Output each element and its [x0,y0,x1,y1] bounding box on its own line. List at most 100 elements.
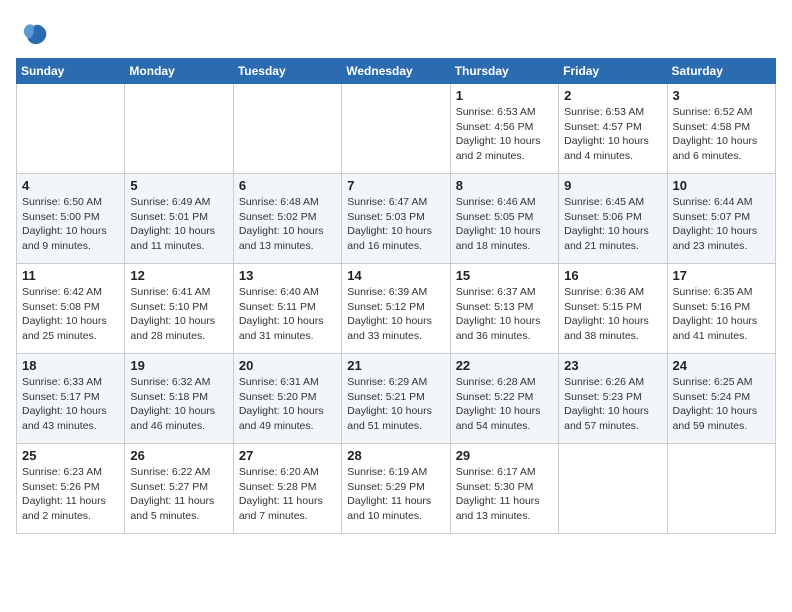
calendar-cell: 14 Sunrise: 6:39 AM Sunset: 5:12 PM Dayli… [342,264,450,354]
day-info: Sunrise: 6:17 AM Sunset: 5:30 PM Dayligh… [456,465,553,524]
day-info: Sunrise: 6:33 AM Sunset: 5:17 PM Dayligh… [22,375,119,434]
day-number: 11 [22,268,119,283]
calendar-cell: 22 Sunrise: 6:28 AM Sunset: 5:22 PM Dayli… [450,354,558,444]
day-number: 25 [22,448,119,463]
day-number: 8 [456,178,553,193]
day-info: Sunrise: 6:46 AM Sunset: 5:05 PM Dayligh… [456,195,553,254]
calendar-cell: 9 Sunrise: 6:45 AM Sunset: 5:06 PM Daylig… [559,174,667,264]
calendar-cell: 23 Sunrise: 6:26 AM Sunset: 5:23 PM Dayli… [559,354,667,444]
day-number: 14 [347,268,444,283]
day-number: 13 [239,268,336,283]
day-number: 3 [673,88,770,103]
day-number: 6 [239,178,336,193]
calendar-day-header: Friday [559,59,667,84]
day-number: 22 [456,358,553,373]
day-info: Sunrise: 6:29 AM Sunset: 5:21 PM Dayligh… [347,375,444,434]
day-number: 15 [456,268,553,283]
day-info: Sunrise: 6:26 AM Sunset: 5:23 PM Dayligh… [564,375,661,434]
logo [16,20,50,52]
day-info: Sunrise: 6:36 AM Sunset: 5:15 PM Dayligh… [564,285,661,344]
calendar-cell: 25 Sunrise: 6:23 AM Sunset: 5:26 PM Dayli… [17,444,125,534]
day-info: Sunrise: 6:28 AM Sunset: 5:22 PM Dayligh… [456,375,553,434]
day-info: Sunrise: 6:40 AM Sunset: 5:11 PM Dayligh… [239,285,336,344]
day-info: Sunrise: 6:23 AM Sunset: 5:26 PM Dayligh… [22,465,119,524]
day-number: 16 [564,268,661,283]
day-info: Sunrise: 6:19 AM Sunset: 5:29 PM Dayligh… [347,465,444,524]
day-number: 20 [239,358,336,373]
day-info: Sunrise: 6:45 AM Sunset: 5:06 PM Dayligh… [564,195,661,254]
day-number: 21 [347,358,444,373]
day-number: 28 [347,448,444,463]
day-number: 4 [22,178,119,193]
calendar-cell: 11 Sunrise: 6:42 AM Sunset: 5:08 PM Dayli… [17,264,125,354]
calendar-cell [233,84,341,174]
calendar-table: SundayMondayTuesdayWednesdayThursdayFrid… [16,58,776,534]
calendar-cell: 12 Sunrise: 6:41 AM Sunset: 5:10 PM Dayli… [125,264,233,354]
calendar-cell: 6 Sunrise: 6:48 AM Sunset: 5:02 PM Daylig… [233,174,341,264]
day-number: 12 [130,268,227,283]
day-info: Sunrise: 6:47 AM Sunset: 5:03 PM Dayligh… [347,195,444,254]
calendar-cell: 2 Sunrise: 6:53 AM Sunset: 4:57 PM Daylig… [559,84,667,174]
logo-bird-icon [18,20,50,52]
day-info: Sunrise: 6:48 AM Sunset: 5:02 PM Dayligh… [239,195,336,254]
day-info: Sunrise: 6:53 AM Sunset: 4:57 PM Dayligh… [564,105,661,164]
calendar-cell [17,84,125,174]
day-number: 9 [564,178,661,193]
calendar-cell: 10 Sunrise: 6:44 AM Sunset: 5:07 PM Dayli… [667,174,775,264]
calendar-day-header: Sunday [17,59,125,84]
calendar-day-header: Tuesday [233,59,341,84]
day-info: Sunrise: 6:49 AM Sunset: 5:01 PM Dayligh… [130,195,227,254]
calendar-cell [342,84,450,174]
calendar-cell [667,444,775,534]
day-info: Sunrise: 6:39 AM Sunset: 5:12 PM Dayligh… [347,285,444,344]
calendar-cell: 21 Sunrise: 6:29 AM Sunset: 5:21 PM Dayli… [342,354,450,444]
day-number: 17 [673,268,770,283]
calendar-cell: 27 Sunrise: 6:20 AM Sunset: 5:28 PM Dayli… [233,444,341,534]
day-info: Sunrise: 6:37 AM Sunset: 5:13 PM Dayligh… [456,285,553,344]
calendar-cell: 5 Sunrise: 6:49 AM Sunset: 5:01 PM Daylig… [125,174,233,264]
day-number: 18 [22,358,119,373]
day-number: 23 [564,358,661,373]
day-number: 26 [130,448,227,463]
day-number: 19 [130,358,227,373]
calendar-cell: 26 Sunrise: 6:22 AM Sunset: 5:27 PM Dayli… [125,444,233,534]
calendar-cell: 13 Sunrise: 6:40 AM Sunset: 5:11 PM Dayli… [233,264,341,354]
day-number: 27 [239,448,336,463]
calendar-cell: 3Sunrise: 6:52 AM Sunset: 4:58 PM Daylig… [667,84,775,174]
calendar-header-row: SundayMondayTuesdayWednesdayThursdayFrid… [17,59,776,84]
day-info: Sunrise: 6:53 AM Sunset: 4:56 PM Dayligh… [456,105,553,164]
day-info: Sunrise: 6:32 AM Sunset: 5:18 PM Dayligh… [130,375,227,434]
calendar-cell: 7 Sunrise: 6:47 AM Sunset: 5:03 PM Daylig… [342,174,450,264]
day-info: Sunrise: 6:42 AM Sunset: 5:08 PM Dayligh… [22,285,119,344]
calendar-cell: 16 Sunrise: 6:36 AM Sunset: 5:15 PM Dayli… [559,264,667,354]
calendar-cell: 24Sunrise: 6:25 AM Sunset: 5:24 PM Dayli… [667,354,775,444]
calendar-cell: 18 Sunrise: 6:33 AM Sunset: 5:17 PM Dayli… [17,354,125,444]
calendar-cell: 17 Sunrise: 6:35 AM Sunset: 5:16 PM Dayli… [667,264,775,354]
calendar-week-row: 4Sunrise: 6:50 AM Sunset: 5:00 PM Daylig… [17,174,776,264]
calendar-day-header: Wednesday [342,59,450,84]
calendar-cell: 8 Sunrise: 6:46 AM Sunset: 5:05 PM Daylig… [450,174,558,264]
day-info: Sunrise: 6:31 AM Sunset: 5:20 PM Dayligh… [239,375,336,434]
calendar-week-row: 11 Sunrise: 6:42 AM Sunset: 5:08 PM Dayli… [17,264,776,354]
day-number: 7 [347,178,444,193]
calendar-cell: 20 Sunrise: 6:31 AM Sunset: 5:20 PM Dayli… [233,354,341,444]
day-number: 5 [130,178,227,193]
calendar-cell: 15 Sunrise: 6:37 AM Sunset: 5:13 PM Dayli… [450,264,558,354]
day-info: Sunrise: 6:22 AM Sunset: 5:27 PM Dayligh… [130,465,227,524]
day-info: Sunrise: 6:44 AM Sunset: 5:07 PM Dayligh… [673,195,770,254]
day-info: Sunrise: 6:35 AM Sunset: 5:16 PM Dayligh… [673,285,770,344]
day-number: 29 [456,448,553,463]
calendar-cell: 4Sunrise: 6:50 AM Sunset: 5:00 PM Daylig… [17,174,125,264]
calendar-cell: 28 Sunrise: 6:19 AM Sunset: 5:29 PM Dayli… [342,444,450,534]
calendar-week-row: 18 Sunrise: 6:33 AM Sunset: 5:17 PM Dayli… [17,354,776,444]
calendar-week-row: 1Sunrise: 6:53 AM Sunset: 4:56 PM Daylig… [17,84,776,174]
calendar-cell [559,444,667,534]
calendar-cell [125,84,233,174]
day-number: 2 [564,88,661,103]
calendar-day-header: Monday [125,59,233,84]
calendar-week-row: 25 Sunrise: 6:23 AM Sunset: 5:26 PM Dayli… [17,444,776,534]
calendar-day-header: Saturday [667,59,775,84]
day-info: Sunrise: 6:41 AM Sunset: 5:10 PM Dayligh… [130,285,227,344]
day-number: 10 [673,178,770,193]
day-info: Sunrise: 6:20 AM Sunset: 5:28 PM Dayligh… [239,465,336,524]
